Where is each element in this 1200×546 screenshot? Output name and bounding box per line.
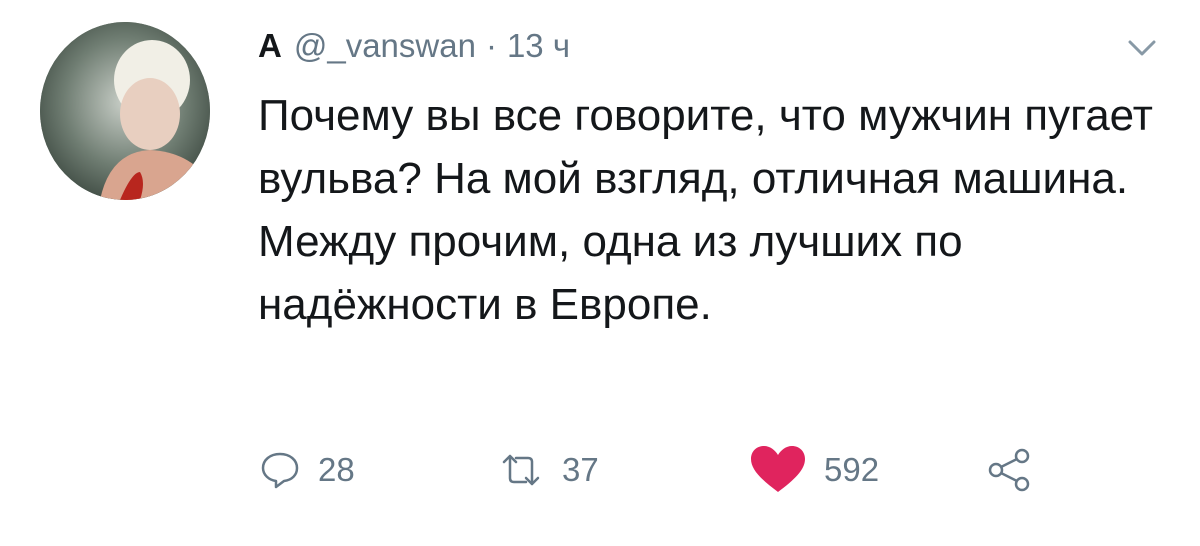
user-handle[interactable]: @_vanswan bbox=[294, 22, 476, 70]
tweet-text: Почему вы все говорите, что мужчин пугае… bbox=[258, 91, 1153, 329]
heart-icon bbox=[751, 446, 805, 492]
reply-icon bbox=[261, 452, 299, 489]
share-button[interactable] bbox=[986, 440, 1034, 500]
retweet-count: 37 bbox=[562, 451, 599, 488]
retweet-button[interactable]: 37 bbox=[496, 440, 599, 500]
tweet-card: А @_vanswan · 13 ч Почему вы все говорит… bbox=[0, 0, 1200, 546]
retweet-icon bbox=[502, 454, 540, 486]
share-icon bbox=[988, 448, 1030, 492]
chevron-down-icon[interactable] bbox=[1124, 36, 1160, 60]
like-button[interactable]: 592 bbox=[748, 440, 879, 500]
tweet-actions: 28 37 592 bbox=[258, 440, 1158, 500]
reply-button[interactable]: 28 bbox=[258, 440, 355, 500]
display-name[interactable]: А bbox=[258, 22, 282, 70]
tweet-header: А @_vanswan · 13 ч bbox=[258, 22, 570, 70]
avatar[interactable] bbox=[40, 22, 210, 200]
profile-photo bbox=[40, 22, 210, 200]
separator-dot: · bbox=[485, 27, 497, 64]
like-count: 592 bbox=[824, 451, 880, 488]
reply-count: 28 bbox=[318, 451, 355, 488]
timestamp[interactable]: 13 ч bbox=[507, 22, 570, 70]
